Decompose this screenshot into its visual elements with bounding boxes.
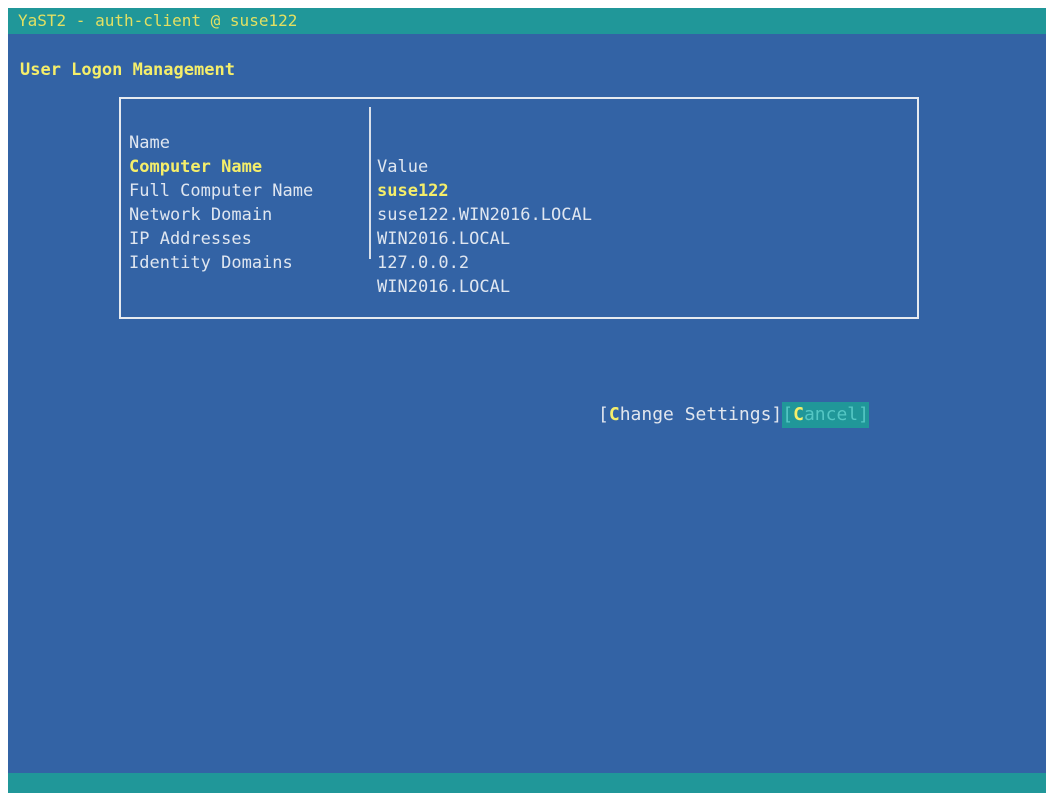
row-name: Identity Domains <box>129 253 293 273</box>
settings-table: Name Value Computer Name suse122 Full Co… <box>119 97 919 319</box>
table-row[interactable]: Network Domain WIN2016.LOCAL <box>129 179 510 249</box>
button-bar: [Change Settings] [Cancel] <box>598 402 869 428</box>
row-value: suse122 <box>377 181 449 201</box>
window-title: YaST2 - auth-client @ suse122 <box>8 8 1046 34</box>
row-value: suse122.WIN2016.LOCAL <box>377 205 592 225</box>
table-header: Name Value <box>129 107 428 177</box>
table-row[interactable]: Full Computer Name suse122.WIN2016.LOCAL <box>129 155 592 225</box>
table-row[interactable]: Identity Domains WIN2016.LOCAL <box>129 227 510 297</box>
page-title: User Logon Management <box>20 60 235 80</box>
column-divider <box>369 107 371 259</box>
column-header-value[interactable]: Value <box>377 155 897 179</box>
cancel-hotkey: C <box>793 404 804 425</box>
row-value: WIN2016.LOCAL <box>377 277 511 297</box>
status-bar <box>8 773 1046 793</box>
terminal-window: YaST2 - auth-client @ suse122 User Logon… <box>8 8 1046 793</box>
change-settings-button[interactable]: [Change Settings] <box>598 402 782 428</box>
row-value: 127.0.0.2 <box>377 253 470 273</box>
cancel-button[interactable]: [Cancel] <box>782 402 869 428</box>
change-settings-hotkey: C <box>608 404 620 425</box>
table-row[interactable]: Computer Name suse122 <box>129 131 449 201</box>
row-value: WIN2016.LOCAL <box>377 229 511 249</box>
table-row[interactable]: IP Addresses 127.0.0.2 <box>129 203 469 273</box>
